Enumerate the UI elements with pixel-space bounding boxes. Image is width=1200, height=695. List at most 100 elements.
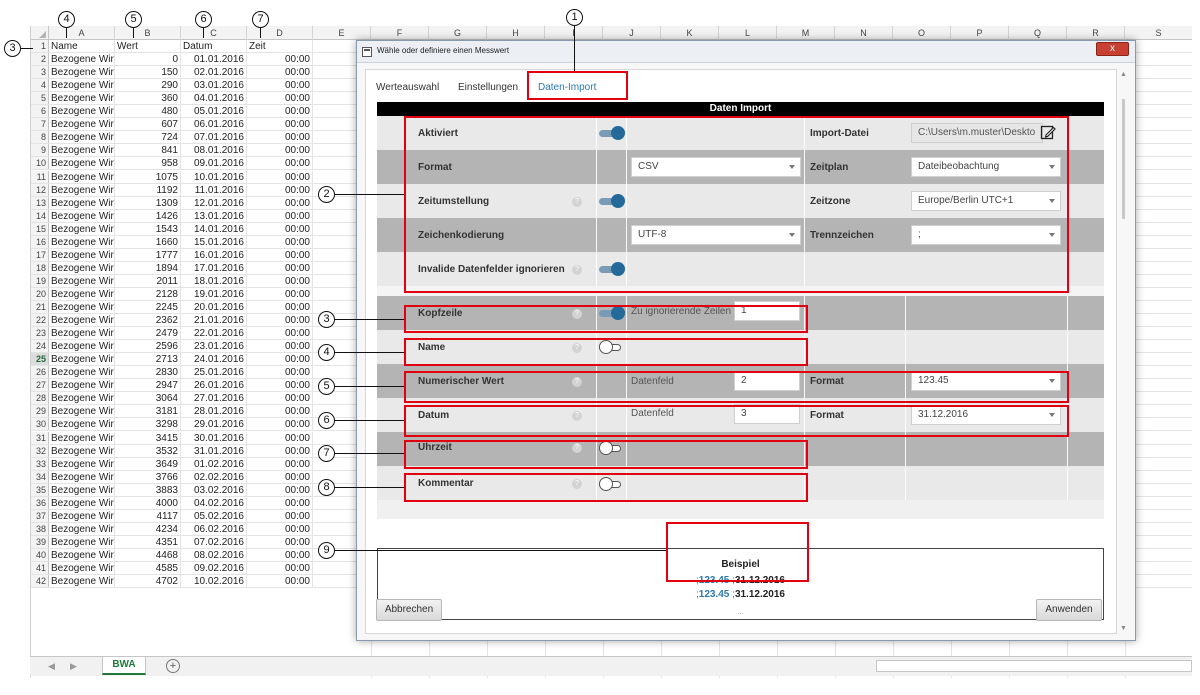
cell-wert[interactable]: 1075 [115,170,181,183]
row-number[interactable]: 24 [31,340,49,353]
cell-wert[interactable]: 3532 [115,444,181,457]
cell-name[interactable]: Bezogene Wir [49,340,115,353]
cell-name[interactable]: Bezogene Wir [49,261,115,274]
cell-wert[interactable]: 480 [115,105,181,118]
row-number[interactable]: 28 [31,392,49,405]
cell-wert[interactable]: 4117 [115,509,181,522]
cell-zeit[interactable]: 00:00 [247,287,313,300]
cell-datum[interactable]: 21.01.2016 [181,314,247,327]
datum-format-select[interactable]: 31.12.2016 [911,405,1061,425]
cell-name[interactable]: Bezogene Wir [49,470,115,483]
cell-wert[interactable]: 290 [115,79,181,92]
cell-name[interactable]: Bezogene Wir [49,379,115,392]
cell-wert[interactable]: 2011 [115,274,181,287]
row-number[interactable]: 16 [31,235,49,248]
cell-name[interactable]: Bezogene Wir [49,105,115,118]
help-icon[interactable]: ? [572,197,582,207]
cell-wert[interactable]: 3766 [115,470,181,483]
cell-name[interactable]: Bezogene Wir [49,327,115,340]
cell-zeit[interactable]: 00:00 [247,222,313,235]
num-format-select[interactable]: 123.45 [911,371,1061,391]
row-number[interactable]: 14 [31,209,49,222]
cell-name[interactable]: Bezogene Wir [49,92,115,105]
cell-datum[interactable]: 12.01.2016 [181,196,247,209]
cell-datum[interactable]: 04.02.2016 [181,496,247,509]
cell-wert[interactable]: 2596 [115,340,181,353]
cell-zeit[interactable]: 00:00 [247,235,313,248]
cell-zeit[interactable]: 00:00 [247,144,313,157]
cell-name[interactable]: Bezogene Wir [49,222,115,235]
column-header-s[interactable]: S [1125,26,1192,40]
cell-zeit[interactable]: 00:00 [247,353,313,366]
row-number[interactable]: 21 [31,301,49,314]
cell-zeit[interactable]: 00:00 [247,418,313,431]
row-number[interactable]: 33 [31,457,49,470]
edit-file-icon[interactable] [1040,124,1056,140]
cell-name[interactable]: Bezogene Wir [49,274,115,287]
cell-name[interactable]: Bezogene Wir [49,496,115,509]
cell-datum[interactable]: 20.01.2016 [181,301,247,314]
cell-wert[interactable]: 2830 [115,366,181,379]
cell-wert[interactable]: 2713 [115,353,181,366]
row-number[interactable]: 42 [31,575,49,588]
cell-wert[interactable]: 607 [115,118,181,131]
cell-datum[interactable]: 22.01.2016 [181,327,247,340]
column-header-l[interactable]: L [719,26,777,40]
cell-datum[interactable]: 17.01.2016 [181,261,247,274]
cell-wert[interactable]: 2245 [115,301,181,314]
cell-datum[interactable]: 10.01.2016 [181,170,247,183]
cell-zeit[interactable]: 00:00 [247,118,313,131]
cell-wert[interactable]: 2128 [115,287,181,300]
zu-ignorierende-input[interactable]: 1 [734,301,800,321]
cell-name[interactable]: Bezogene Wir [49,209,115,222]
cell-zeit[interactable]: 00:00 [247,483,313,496]
row-number[interactable]: 22 [31,314,49,327]
column-header-r[interactable]: R [1067,26,1125,40]
prev-sheet-icon[interactable]: ◀ [48,661,55,672]
cell-name[interactable]: Bezogene Wir [49,353,115,366]
cell-wert[interactable]: 4351 [115,535,181,548]
cell-zeit[interactable]: 00:00 [247,105,313,118]
cell-name[interactable]: Bezogene Wir [49,79,115,92]
help-icon[interactable]: ? [572,479,582,489]
cell-datum[interactable]: 24.01.2016 [181,353,247,366]
column-header-b[interactable]: B [115,26,181,40]
dialog-vertical-scrollbar[interactable]: ▲ ▼ [1119,69,1129,634]
cell-name[interactable]: Bezogene Wir [49,418,115,431]
cell-name[interactable]: Bezogene Wir [49,535,115,548]
scroll-thumb[interactable] [1122,99,1125,219]
column-header-p[interactable]: P [951,26,1009,40]
cell-wert[interactable]: 360 [115,92,181,105]
cell-wert[interactable]: 3181 [115,405,181,418]
column-header-j[interactable]: J [603,26,661,40]
row-number[interactable]: 18 [31,261,49,274]
row-number[interactable]: 8 [31,131,49,144]
cell-name[interactable]: Bezogene Wir [49,522,115,535]
cell-datum[interactable]: 30.01.2016 [181,431,247,444]
zeitzone-select[interactable]: Europe/Berlin UTC+1 [911,191,1061,211]
scroll-up-icon[interactable]: ▲ [1120,71,1127,78]
row-number[interactable]: 6 [31,105,49,118]
cell-zeit[interactable]: 00:00 [247,509,313,522]
cell-name[interactable]: Bezogene Wir [49,53,115,66]
cell-name[interactable]: Bezogene Wir [49,144,115,157]
cell-wert[interactable]: 841 [115,144,181,157]
column-header-c[interactable]: C [181,26,247,40]
cell-zeit[interactable]: 00:00 [247,248,313,261]
cell-name[interactable]: Bezogene Wir [49,118,115,131]
cell-wert[interactable]: 4000 [115,496,181,509]
help-icon[interactable]: ? [572,411,582,421]
cell-datum[interactable]: 01.02.2016 [181,457,247,470]
help-icon[interactable]: ? [572,309,582,319]
cell-datum[interactable]: 18.01.2016 [181,274,247,287]
cell-wert[interactable]: 1192 [115,183,181,196]
cell-datum[interactable]: 28.01.2016 [181,405,247,418]
cell-wert[interactable]: 1309 [115,196,181,209]
cell-wert[interactable]: 1777 [115,248,181,261]
cell-zeit[interactable]: 00:00 [247,548,313,561]
cell-zeit[interactable]: 00:00 [247,444,313,457]
column-header-n[interactable]: N [835,26,893,40]
uhrzeit-toggle[interactable] [599,441,625,455]
cell-name[interactable]: Bezogene Wir [49,183,115,196]
row-number[interactable]: 29 [31,405,49,418]
